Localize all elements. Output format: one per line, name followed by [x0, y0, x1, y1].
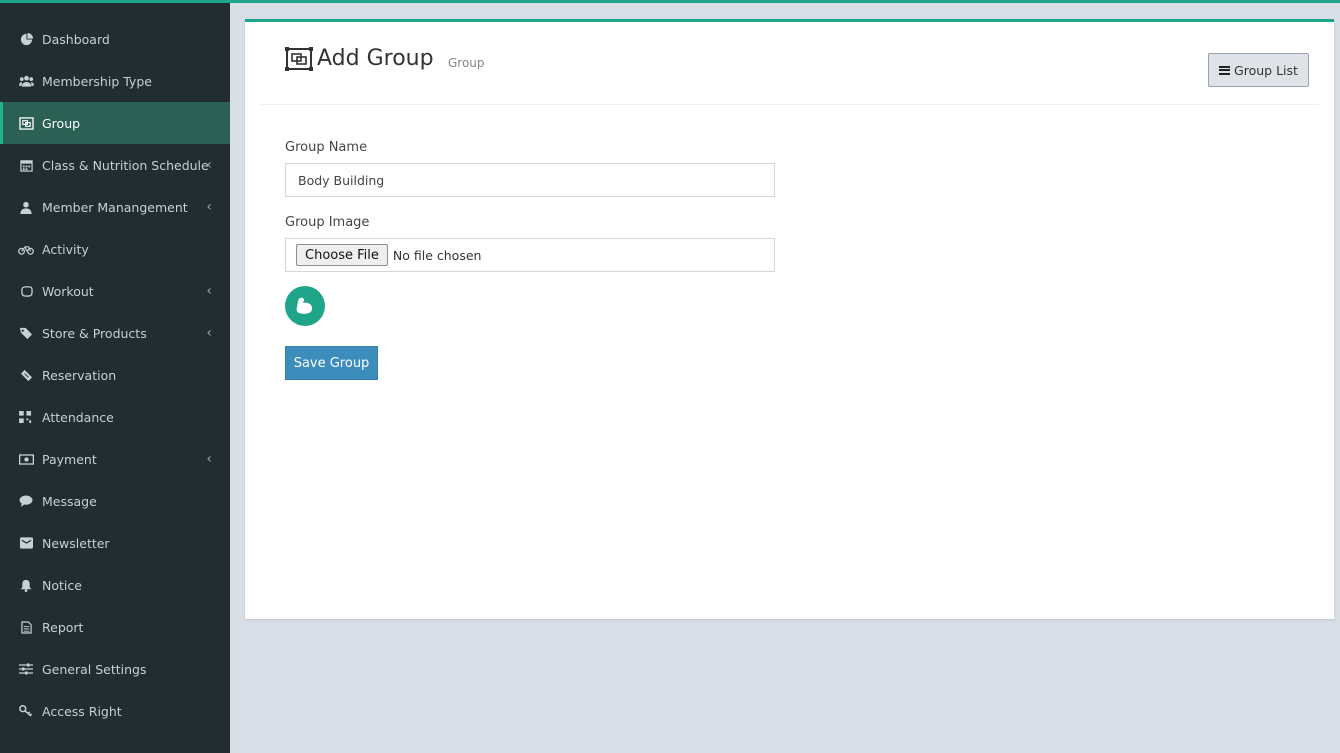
sidebar-item-notice[interactable]: Notice: [0, 564, 230, 606]
sidebar-item-label: Activity: [42, 241, 89, 257]
sidebar-item-activity[interactable]: Activity: [0, 228, 230, 270]
sidebar-item-label: General Settings: [42, 661, 147, 677]
sidebar-item-newsletter[interactable]: Newsletter: [0, 522, 230, 564]
page-title: Add Group: [317, 46, 434, 71]
comment-icon: [18, 493, 34, 509]
sidebar-item-access-right[interactable]: Access Right: [0, 690, 230, 732]
group-image-file-input: Choose File No file chosen: [285, 238, 775, 272]
envelope-icon: [18, 535, 34, 551]
sidebar-item-class-nutrition-schedule[interactable]: Class & Nutrition Schedule ‹: [0, 144, 230, 186]
chevron-left-icon: ‹: [206, 199, 212, 215]
sidebar-item-label: Payment: [42, 451, 97, 467]
sidebar-item-label: Reservation: [42, 367, 117, 383]
main-content: Add Group Group Group List Group Name Bo…: [230, 3, 1340, 753]
sidebar-item-membership-type[interactable]: Membership Type: [0, 60, 230, 102]
chevron-left-icon: ‹: [206, 283, 212, 299]
file-icon: [18, 619, 34, 635]
key-icon: [18, 703, 34, 719]
sidebar-item-label: Access Right: [42, 703, 122, 719]
ticket-icon: [18, 367, 34, 383]
group-list-button[interactable]: Group List: [1208, 53, 1309, 87]
panel-header: Add Group Group Group List: [260, 22, 1319, 105]
user-icon: [18, 199, 34, 215]
page-subtitle: Group: [448, 56, 485, 70]
sidebar-item-message[interactable]: Message: [0, 480, 230, 522]
sidebar-item-label: Store & Products: [42, 325, 147, 341]
sidebar-item-attendance[interactable]: Attendance: [0, 396, 230, 438]
fist-icon: [18, 283, 34, 299]
calendar-icon: [18, 157, 34, 173]
users-icon: [18, 73, 34, 89]
sidebar-item-label: Membership Type: [42, 73, 152, 89]
sliders-icon: [18, 661, 34, 677]
sidebar-item-label: Class & Nutrition Schedule: [42, 157, 209, 173]
group-list-button-label: Group List: [1234, 62, 1298, 78]
sidebar-item-label: Workout: [42, 283, 94, 299]
file-status-text: No file chosen: [392, 247, 482, 263]
sidebar-item-group[interactable]: Group: [0, 102, 230, 144]
bicycle-icon: [18, 241, 34, 257]
group-image-label: Group Image: [285, 215, 370, 230]
sidebar: Dashboard Membership Type Group Class & …: [0, 3, 230, 753]
bell-icon: [18, 577, 34, 593]
qrcode-icon: [18, 409, 34, 425]
choose-file-button[interactable]: Choose File: [296, 244, 388, 266]
sidebar-item-general-settings[interactable]: General Settings: [0, 648, 230, 690]
add-group-panel: Add Group Group Group List Group Name Bo…: [245, 19, 1334, 619]
sidebar-item-member-management[interactable]: Member Manangement ‹: [0, 186, 230, 228]
chevron-left-icon: ‹: [206, 451, 212, 467]
money-icon: [18, 451, 34, 467]
sidebar-item-dashboard[interactable]: Dashboard: [0, 18, 230, 60]
sidebar-item-label: Report: [42, 619, 84, 635]
sidebar-item-label: Message: [42, 493, 97, 509]
save-group-button[interactable]: Save Group: [285, 346, 378, 380]
group-image-preview: [285, 286, 325, 326]
sidebar-item-label: Notice: [42, 577, 82, 593]
sidebar-item-workout[interactable]: Workout ‹: [0, 270, 230, 312]
chevron-left-icon: ‹: [206, 325, 212, 341]
sidebar-item-label: Newsletter: [42, 535, 110, 551]
muscle-arm-icon: [296, 297, 313, 314]
group-name-input[interactable]: Body Building: [285, 163, 775, 197]
tags-icon: [18, 325, 34, 341]
sidebar-item-label: Dashboard: [42, 31, 110, 47]
sidebar-item-label: Member Manangement: [42, 199, 188, 215]
chevron-left-icon: ‹: [206, 157, 212, 173]
group-icon: [18, 115, 34, 131]
sidebar-item-reservation[interactable]: Reservation: [0, 354, 230, 396]
sidebar-item-label: Attendance: [42, 409, 114, 425]
sidebar-item-report[interactable]: Report: [0, 606, 230, 648]
list-icon: [1219, 65, 1231, 75]
sidebar-item-store-products[interactable]: Store & Products ‹: [0, 312, 230, 354]
group-icon: [285, 47, 313, 71]
group-name-value: Body Building: [298, 172, 385, 188]
sidebar-item-payment[interactable]: Payment ‹: [0, 438, 230, 480]
sidebar-item-label: Group: [42, 115, 81, 131]
dashboard-icon: [18, 31, 34, 47]
group-name-label: Group Name: [285, 140, 368, 155]
